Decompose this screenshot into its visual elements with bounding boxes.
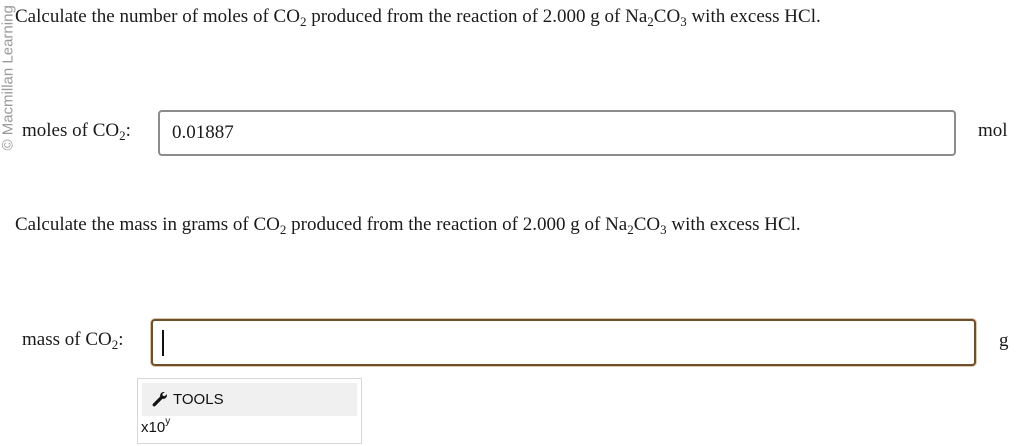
text-cursor	[162, 330, 164, 356]
moles-label-prefix: moles of CO	[22, 120, 120, 141]
tools-panel: TOOLS x10y	[137, 378, 362, 444]
q2-text-middle: produced from the reaction of 2.000 g of…	[286, 214, 628, 235]
moles-answer-input[interactable]: 0.01887	[158, 110, 956, 156]
q2-text-before: Calculate the mass in grams of CO	[15, 214, 280, 235]
question-mass: Calculate the mass in grams of CO2 produ…	[15, 214, 801, 236]
tools-button[interactable]: TOOLS	[142, 383, 357, 416]
mass-label: mass of CO2:	[22, 329, 124, 351]
q1-text-middle: produced from the reaction of 2.000 g of…	[306, 6, 648, 27]
q1-text-before: Calculate the number of moles of CO	[15, 6, 300, 27]
mass-label-prefix: mass of CO	[22, 329, 112, 350]
problem-page: © Macmillan Learning Calculate the numbe…	[0, 0, 1024, 446]
moles-label-suffix: :	[125, 120, 131, 141]
sci-notation-exponent: y	[165, 416, 171, 427]
tools-label: TOOLS	[173, 391, 224, 408]
moles-label: moles of CO2:	[22, 120, 131, 142]
moles-answer-value: 0.01887	[172, 122, 234, 143]
mass-unit: g	[999, 330, 1009, 351]
q1-text-after: with excess HCl.	[686, 6, 821, 27]
question-moles: Calculate the number of moles of CO2 pro…	[15, 6, 821, 28]
mass-label-suffix: :	[118, 329, 124, 350]
mass-answer-input[interactable]	[151, 319, 976, 366]
q2-co: CO	[633, 214, 661, 235]
wrench-icon	[152, 392, 167, 407]
moles-unit: mol	[978, 120, 1008, 141]
q1-co: CO	[653, 6, 681, 27]
scientific-notation-button[interactable]: x10y	[141, 416, 171, 437]
publisher-watermark: © Macmillan Learning	[0, 5, 17, 151]
sci-notation-base: x10	[141, 419, 166, 436]
q2-text-after: with excess HCl.	[666, 214, 801, 235]
